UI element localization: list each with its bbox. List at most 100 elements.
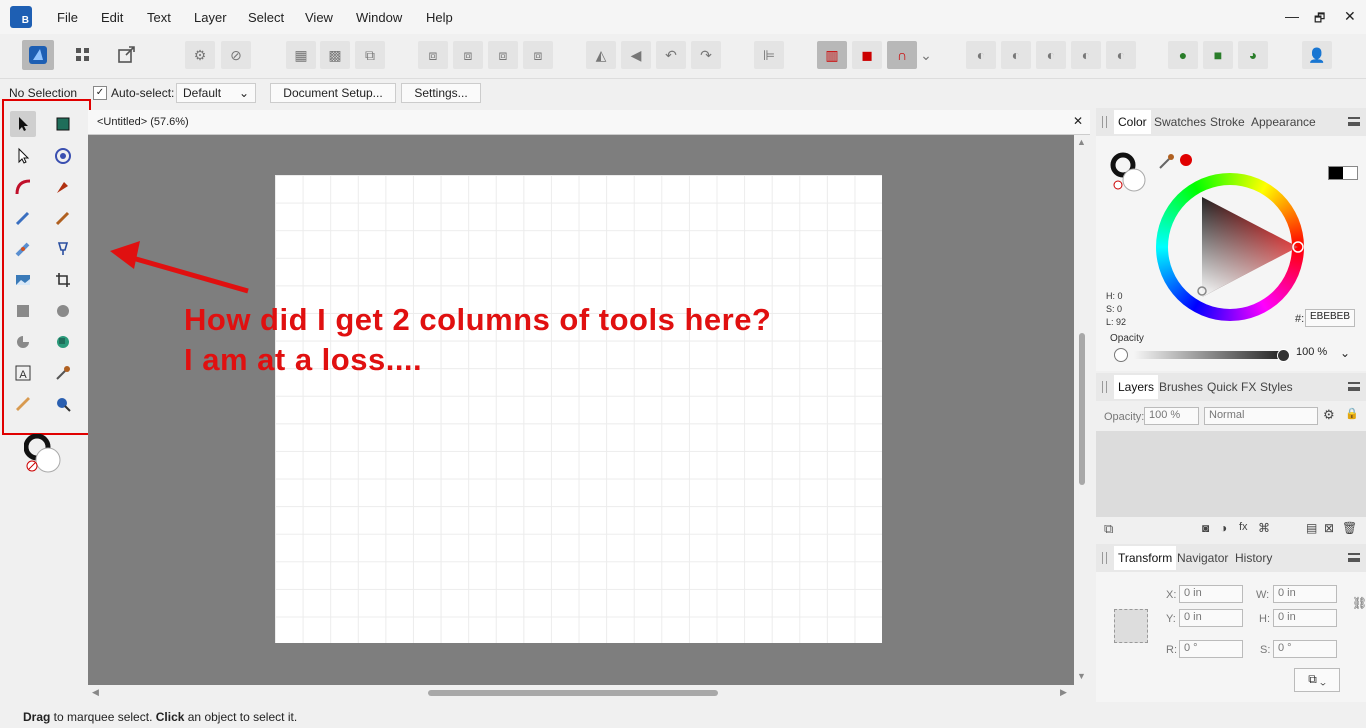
tab-brushes[interactable]: Brushes	[1159, 380, 1203, 394]
scroll-right-icon[interactable]: ▶	[1060, 687, 1067, 698]
auto-select-checkbox[interactable]: ✓	[93, 86, 107, 100]
place-image-tool[interactable]	[10, 267, 36, 293]
panel-grip-icon[interactable]	[1102, 552, 1107, 564]
menu-file[interactable]: File	[57, 10, 78, 25]
pencil-tool[interactable]	[10, 205, 36, 231]
brush-tool[interactable]	[50, 205, 76, 231]
auto-select-dropdown[interactable]: Default ⌄	[176, 83, 256, 103]
link-icon[interactable]: ⛓	[1352, 596, 1366, 610]
horizontal-scroll-thumb[interactable]	[428, 690, 718, 696]
saturation-triangle[interactable]	[1156, 173, 1304, 321]
menu-view[interactable]: View	[305, 10, 333, 25]
menu-layer[interactable]: Layer	[194, 10, 227, 25]
hex-input[interactable]: EBEBEB	[1305, 309, 1355, 327]
snapping-options-icon[interactable]: ◼	[852, 41, 882, 69]
add-layer-icon[interactable]: ▤	[1306, 521, 1317, 535]
artboard-tool[interactable]	[50, 111, 76, 137]
chevron-down-icon[interactable]: ⌄	[1340, 346, 1350, 360]
boolean-subtract-icon[interactable]: ◐	[1001, 41, 1031, 69]
tab-history[interactable]: History	[1235, 551, 1272, 565]
rotate-left-icon[interactable]: ↶	[656, 41, 686, 69]
vector-brush-tool[interactable]	[10, 236, 36, 262]
crop-tool[interactable]	[50, 267, 76, 293]
vector-brush-icon[interactable]: ⌘	[1258, 521, 1270, 535]
current-color-dot[interactable]	[1180, 154, 1192, 166]
vertical-scroll-thumb[interactable]	[1079, 333, 1085, 485]
panel-grip-icon[interactable]	[1102, 381, 1107, 393]
h-input[interactable]: 0 in	[1273, 609, 1337, 627]
layers-list[interactable]	[1096, 431, 1366, 517]
mask-layer-icon[interactable]: ◙	[1202, 521, 1209, 535]
tab-styles[interactable]: Styles	[1260, 380, 1293, 394]
rotation-input[interactable]: 0 °	[1179, 640, 1243, 658]
color-compare-swatch[interactable]	[1328, 166, 1358, 180]
opacity-slider[interactable]	[1134, 351, 1284, 359]
insert-top-icon[interactable]: ■	[1203, 41, 1233, 69]
menu-select[interactable]: Select	[248, 10, 284, 25]
gear-icon[interactable]: ⚙	[1323, 407, 1335, 423]
fill-stroke-swatch[interactable]	[23, 433, 64, 474]
scroll-up-icon[interactable]: ▲	[1077, 137, 1086, 147]
tab-stroke[interactable]: Stroke	[1210, 115, 1245, 129]
opacity-reset-icon[interactable]	[1114, 348, 1128, 362]
menu-window[interactable]: Window	[356, 10, 402, 25]
boolean-xor-icon[interactable]: ◐	[1071, 41, 1101, 69]
group-icon[interactable]: ⊠	[1324, 521, 1334, 535]
close-document-icon[interactable]: ✕	[1073, 114, 1083, 128]
eyedropper-icon[interactable]	[1158, 152, 1176, 170]
layers-options-icon[interactable]: ⧉	[1104, 521, 1113, 537]
tab-layers[interactable]: Layers	[1114, 375, 1159, 399]
node-tool[interactable]	[10, 143, 36, 169]
minimize-button[interactable]: —	[1285, 8, 1299, 24]
user-icon[interactable]: 👤	[1302, 41, 1332, 69]
lock-icon[interactable]: 🔒	[1345, 407, 1359, 420]
artboard[interactable]	[275, 175, 882, 643]
zoom-tool[interactable]	[50, 391, 76, 417]
fill-tool[interactable]	[50, 236, 76, 262]
document-tab[interactable]: <Untitled> (57.6%) ✕	[88, 110, 1090, 135]
y-input[interactable]: 0 in	[1179, 609, 1243, 627]
tab-appearance[interactable]: Appearance	[1251, 115, 1316, 129]
panel-menu-icon[interactable]	[1348, 382, 1360, 391]
export-icon[interactable]	[112, 41, 142, 69]
measure-tool[interactable]	[10, 391, 36, 417]
rotate-right-icon[interactable]: ↷	[691, 41, 721, 69]
snapping-grid-icon[interactable]: ▥	[817, 41, 847, 69]
boolean-add-icon[interactable]: ◐	[966, 41, 996, 69]
corner-tool[interactable]	[10, 174, 36, 200]
pie-tool[interactable]	[10, 329, 36, 355]
anchor-point-selector[interactable]	[1114, 609, 1148, 643]
move-front-icon[interactable]: ⧈	[523, 41, 553, 69]
w-input[interactable]: 0 in	[1273, 585, 1337, 603]
fx-icon[interactable]: fx	[1239, 521, 1248, 533]
horizontal-scrollbar[interactable]: ◀ ▶	[88, 685, 1074, 701]
ellipse-tool[interactable]	[50, 298, 76, 324]
flip-horizontal-icon[interactable]: ◭	[586, 41, 616, 69]
spiral-tool[interactable]	[50, 143, 76, 169]
panel-menu-icon[interactable]	[1348, 117, 1360, 126]
scroll-left-icon[interactable]: ◀	[92, 687, 99, 698]
flip-vertical-icon[interactable]: ◀	[621, 41, 651, 69]
gear-icon[interactable]: ⚙	[185, 41, 215, 69]
document-setup-button[interactable]: Document Setup...	[270, 83, 396, 103]
move-backward-icon[interactable]: ⧈	[453, 41, 483, 69]
panel-grip-icon[interactable]	[1102, 116, 1107, 128]
panel-menu-icon[interactable]	[1348, 553, 1360, 562]
insert-inside-icon[interactable]: ◕	[1238, 41, 1268, 69]
blend-mode-dropdown[interactable]: Normal	[1204, 407, 1318, 425]
menu-help[interactable]: Help	[426, 10, 453, 25]
scroll-down-icon[interactable]: ▼	[1077, 671, 1086, 681]
boolean-intersect-icon[interactable]: ◐	[1036, 41, 1066, 69]
select-none-icon[interactable]: ▩	[320, 41, 350, 69]
delete-icon[interactable]: 🗑	[1342, 521, 1357, 535]
move-back-icon[interactable]: ⧈	[418, 41, 448, 69]
color-picker-tool[interactable]	[50, 360, 76, 386]
hue-wheel[interactable]	[1156, 173, 1304, 321]
magnet-icon[interactable]: ∩	[887, 41, 917, 69]
adjustment-icon[interactable]: ◑	[1220, 521, 1227, 535]
menu-text[interactable]: Text	[147, 10, 171, 25]
move-forward-icon[interactable]: ⧈	[488, 41, 518, 69]
tab-transform[interactable]: Transform	[1114, 546, 1177, 570]
align-icon[interactable]: ⊫	[754, 41, 784, 69]
select-all-icon[interactable]: ▦	[286, 41, 316, 69]
